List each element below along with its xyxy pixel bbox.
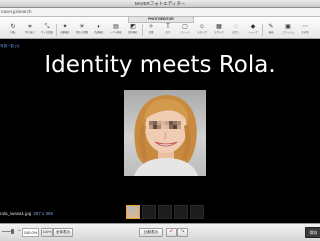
frame-icon: ▢ (182, 24, 188, 30)
mosaic-block (149, 121, 153, 125)
mosaic-block (173, 121, 177, 125)
mosaic-block (161, 121, 165, 125)
tool-label: スタンプ (197, 31, 207, 34)
more-tool-button[interactable]: ⋯ その他 (298, 23, 312, 37)
mosaic-block (169, 121, 173, 125)
fit-to-screen-button[interactable]: 全体表示 (53, 228, 73, 237)
auto-fix-tool-button[interactable]: ✦ 自動補正 (58, 23, 72, 37)
mosaic-block (177, 121, 181, 125)
rotate-icon: ↻ (10, 24, 16, 30)
thumbnail-empty[interactable] (190, 205, 204, 219)
bottom-bar: − 100.0% 100% 全体表示 比較表示 ↶ ↷ 保存 (0, 223, 320, 241)
levels-icon: ▤ (113, 24, 119, 30)
tool-label: シャープ (248, 31, 258, 34)
tool-label: フレーム (180, 31, 190, 34)
thumbnail-empty[interactable] (158, 205, 172, 219)
stamp-tool-button[interactable]: ☺ スタンプ (195, 23, 209, 37)
crop-icon: ⌗ (28, 24, 32, 30)
mosaic-block (161, 125, 165, 129)
text-tool-button[interactable]: T 文字 (161, 23, 175, 37)
mosaic-block (153, 121, 157, 125)
toolbar-divider (262, 24, 263, 36)
image-headline-text: Identity meets Rola. (44, 52, 276, 78)
tool-label: サイズ変更 (41, 31, 53, 34)
thumbnail-empty[interactable] (142, 205, 156, 219)
effect-icon: ✧ (148, 24, 154, 30)
brightness-tool-button[interactable]: ☀ 明るさ調整 (75, 23, 89, 37)
address-field[interactable]: naver.jp/search (0, 8, 111, 16)
toolbar-divider (142, 24, 143, 36)
mosaic-block (149, 125, 153, 129)
tool-label: コラージュ (282, 31, 294, 34)
tool-label: モザイク (214, 31, 224, 34)
mosaic-block (157, 125, 161, 129)
tool-label: 回転 (10, 31, 16, 34)
edited-photo[interactable] (124, 90, 206, 176)
text-icon: T (166, 24, 170, 30)
effect-tool-button[interactable]: ✧ 効果 (144, 23, 158, 37)
rotate-tool-button[interactable]: ↻ 回転 (6, 23, 20, 37)
resize-tool-button[interactable]: ⤡ サイズ変更 (40, 23, 54, 37)
actual-size-button[interactable]: 100% (41, 228, 53, 237)
tool-label: レベル補正 (110, 31, 122, 34)
portrait-illustration (134, 95, 198, 176)
tool-label: 色調補正 (94, 31, 104, 34)
file-name: rola_iwasa1.jpg (0, 211, 32, 216)
save-button[interactable]: 保存 (305, 227, 320, 238)
zoom-level-field[interactable]: 100.0% (22, 228, 39, 237)
sharpen-tool-button[interactable]: ◆ シャープ (246, 23, 260, 37)
mosaic-icon: ▦ (216, 24, 222, 30)
color-icon: ◐ (97, 24, 101, 30)
mosaic-tool-button[interactable]: ▦ モザイク (212, 23, 226, 37)
more-icon: ⋯ (302, 24, 308, 30)
levels-tool-button[interactable]: ▤ レベル補正 (109, 23, 123, 37)
blur-icon: ◌ (234, 24, 238, 30)
mosaic-block (157, 121, 161, 125)
redo-icon[interactable]: ↷ (177, 228, 188, 237)
tool-label: 自動補正 (60, 31, 70, 34)
thumbnail-empty[interactable] (174, 205, 188, 219)
crop-tool-button[interactable]: ⌗ 切り抜き (23, 23, 37, 37)
brightness-icon: ☀ (79, 24, 85, 30)
color-tool-button[interactable]: ◐ 色調補正 (92, 23, 106, 37)
stamp-icon: ☺ (198, 24, 206, 30)
collage-tool-button[interactable]: ▣ コラージュ (281, 23, 295, 37)
tool-label: 明るさ調整 (76, 31, 88, 34)
toolbar-divider (56, 24, 57, 36)
window-title: NAVERフォトエディター (0, 0, 320, 8)
mosaic-block (165, 125, 169, 129)
tool-label: 描画 (268, 31, 274, 34)
mosaic-block (165, 121, 169, 125)
mosaic-block (169, 125, 173, 129)
resize-icon: ⤡ (44, 24, 50, 30)
tool-label: 部分補正 (128, 31, 138, 34)
photo-list-label[interactable]: 写真一覧 (1) (0, 44, 40, 49)
auto-fix-icon: ✦ (62, 24, 68, 30)
mosaic-block (177, 125, 181, 129)
frame-tool-button[interactable]: ▢ フレーム (178, 23, 192, 37)
address-bar: naver.jp/search (0, 8, 320, 17)
toolbar: PHOTOEDITOR ↻ 回転 ⌗ 切り抜き ⤡ サイズ変更 ✦ 自動補正 ☀ 明るさ調… (0, 17, 320, 39)
collage-icon: ▣ (285, 24, 291, 30)
thumbnail-active[interactable] (126, 205, 140, 219)
draw-tool-button[interactable]: ✎ 描画 (264, 23, 278, 37)
mosaic-block (153, 125, 157, 129)
tool-label: ぼかし (232, 31, 240, 34)
mosaic-block (173, 125, 177, 129)
file-size: 287 x 365 (33, 211, 54, 216)
partial-fix-tool-button[interactable]: ◩ 部分補正 (126, 23, 140, 37)
zoom-slider-handle[interactable] (11, 229, 14, 234)
tool-label: 文字 (165, 31, 171, 34)
partial-fix-icon: ◩ (130, 24, 136, 30)
sharpen-icon: ◆ (250, 24, 256, 30)
blur-tool-button[interactable]: ◌ ぼかし (229, 23, 243, 37)
tool-label: 効果 (148, 31, 154, 34)
compare-button[interactable]: 比較表示 (139, 228, 163, 237)
draw-icon: ✎ (268, 24, 274, 30)
undo-icon[interactable]: ↶ (166, 228, 177, 237)
thumbnail-strip (126, 205, 206, 219)
tool-label: 切り抜き (25, 31, 35, 34)
tool-label: その他 (301, 31, 309, 34)
